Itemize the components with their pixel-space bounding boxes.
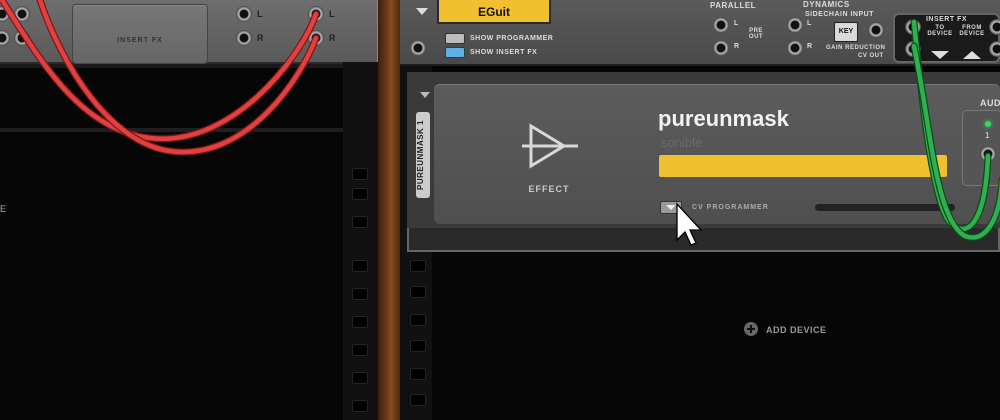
effect-icon (522, 123, 578, 169)
device-name: pureunmask (658, 106, 789, 131)
signal-led (985, 121, 991, 127)
audio-channel-number: 1 (985, 131, 990, 140)
cv-programmer-arrow-icon (666, 205, 676, 210)
cv-programmer-label: CV PROGRAMMER (692, 204, 769, 211)
audio-jack-label: L (985, 166, 989, 173)
add-device-label: ADD DEVICE (766, 325, 827, 335)
device-maker: sonible (661, 135, 703, 150)
audio-label: AUD (980, 98, 1000, 108)
audio-jack-l[interactable] (980, 146, 996, 162)
device-display-bar (659, 155, 947, 177)
plus-icon (744, 322, 758, 336)
device-slider[interactable] (815, 204, 955, 211)
effect-label: EFFECT (528, 184, 570, 194)
